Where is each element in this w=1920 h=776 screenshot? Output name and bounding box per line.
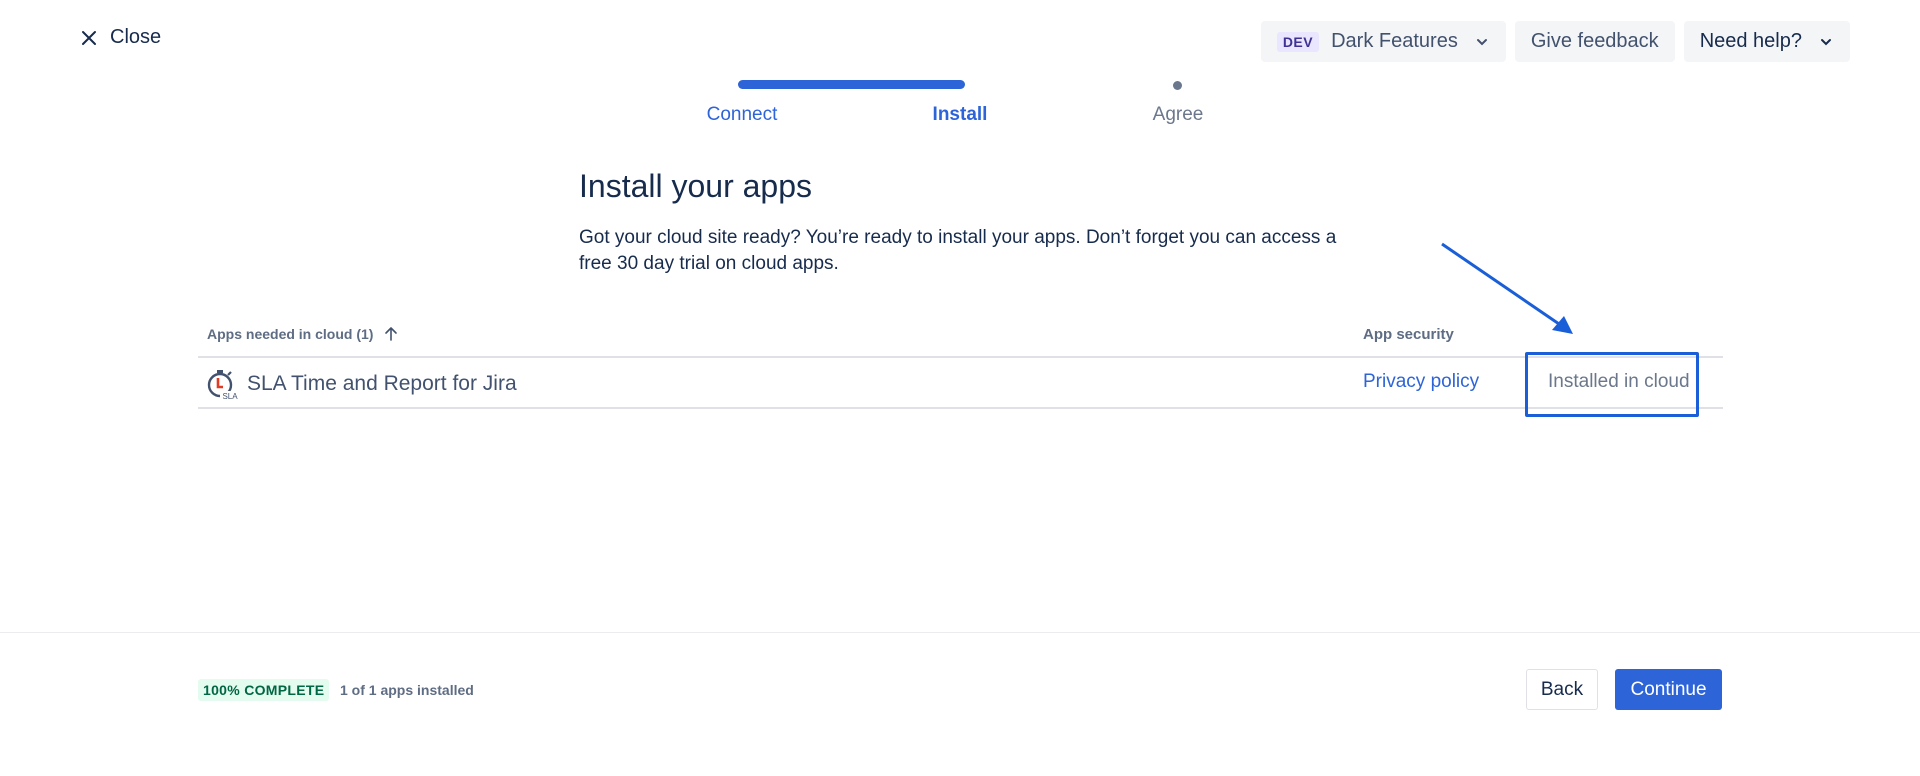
dark-features-dropdown[interactable]: DEV Dark Features: [1260, 21, 1506, 62]
privacy-policy-link[interactable]: Privacy policy: [1363, 371, 1479, 393]
chevron-down-icon: [1821, 38, 1831, 45]
give-feedback-button[interactable]: Give feedback: [1514, 21, 1675, 62]
step-dot-agree: [1173, 81, 1182, 90]
install-status: Installed in cloud: [1548, 371, 1690, 392]
migration-page: Close DEV Dark Features Give feedback Ne…: [0, 0, 1920, 776]
app-name: SLA Time and Report for Jira: [247, 372, 517, 395]
need-help-dropdown[interactable]: Need help?: [1683, 21, 1850, 62]
close-icon: [82, 30, 96, 45]
step-agree: Agree: [1152, 104, 1204, 125]
close-button[interactable]: Close: [80, 26, 161, 49]
page-title: Install your apps: [579, 168, 813, 204]
step-connect: Connect: [706, 104, 778, 125]
apps-column-label: Apps needed in cloud (1): [207, 326, 374, 342]
step-install: Install: [932, 104, 988, 125]
need-help-label: Need help?: [1699, 30, 1802, 52]
give-feedback-label: Give feedback: [1530, 30, 1659, 52]
footer-divider: [0, 632, 1920, 633]
table-header: Apps needed in cloud (1) App security: [198, 316, 1723, 358]
app-cell: SLA SLA Time and Report for Jira: [206, 368, 517, 400]
installed-count: 1 of 1 apps installed: [340, 682, 474, 698]
apps-table: Apps needed in cloud (1) App security SL…: [198, 316, 1723, 417]
sla-stopwatch-icon: SLA: [207, 370, 240, 400]
page-description: Got your cloud site ready? You’re ready …: [579, 227, 1337, 274]
complete-badge: 100% COMPLETE: [198, 679, 330, 701]
progress-stepper: Connect Install Agree: [0, 74, 1920, 134]
dark-features-label: Dark Features: [1331, 30, 1458, 52]
apps-column-header[interactable]: Apps needed in cloud (1): [207, 326, 399, 342]
progress-bar: [738, 80, 965, 89]
sort-arrow-up-icon: [385, 327, 398, 341]
security-column-header: App security: [1363, 326, 1454, 343]
continue-button[interactable]: Continue: [1615, 669, 1722, 710]
table-row: SLA SLA Time and Report for Jira Privacy…: [198, 352, 1723, 417]
chevron-down-icon: [1476, 38, 1487, 45]
top-actions: DEV Dark Features Give feedback Need hel…: [1260, 21, 1850, 62]
svg-text:SLA: SLA: [222, 392, 238, 400]
back-button[interactable]: Back: [1526, 669, 1598, 710]
close-label: Close: [110, 26, 162, 48]
dev-badge: DEV: [1276, 31, 1320, 52]
